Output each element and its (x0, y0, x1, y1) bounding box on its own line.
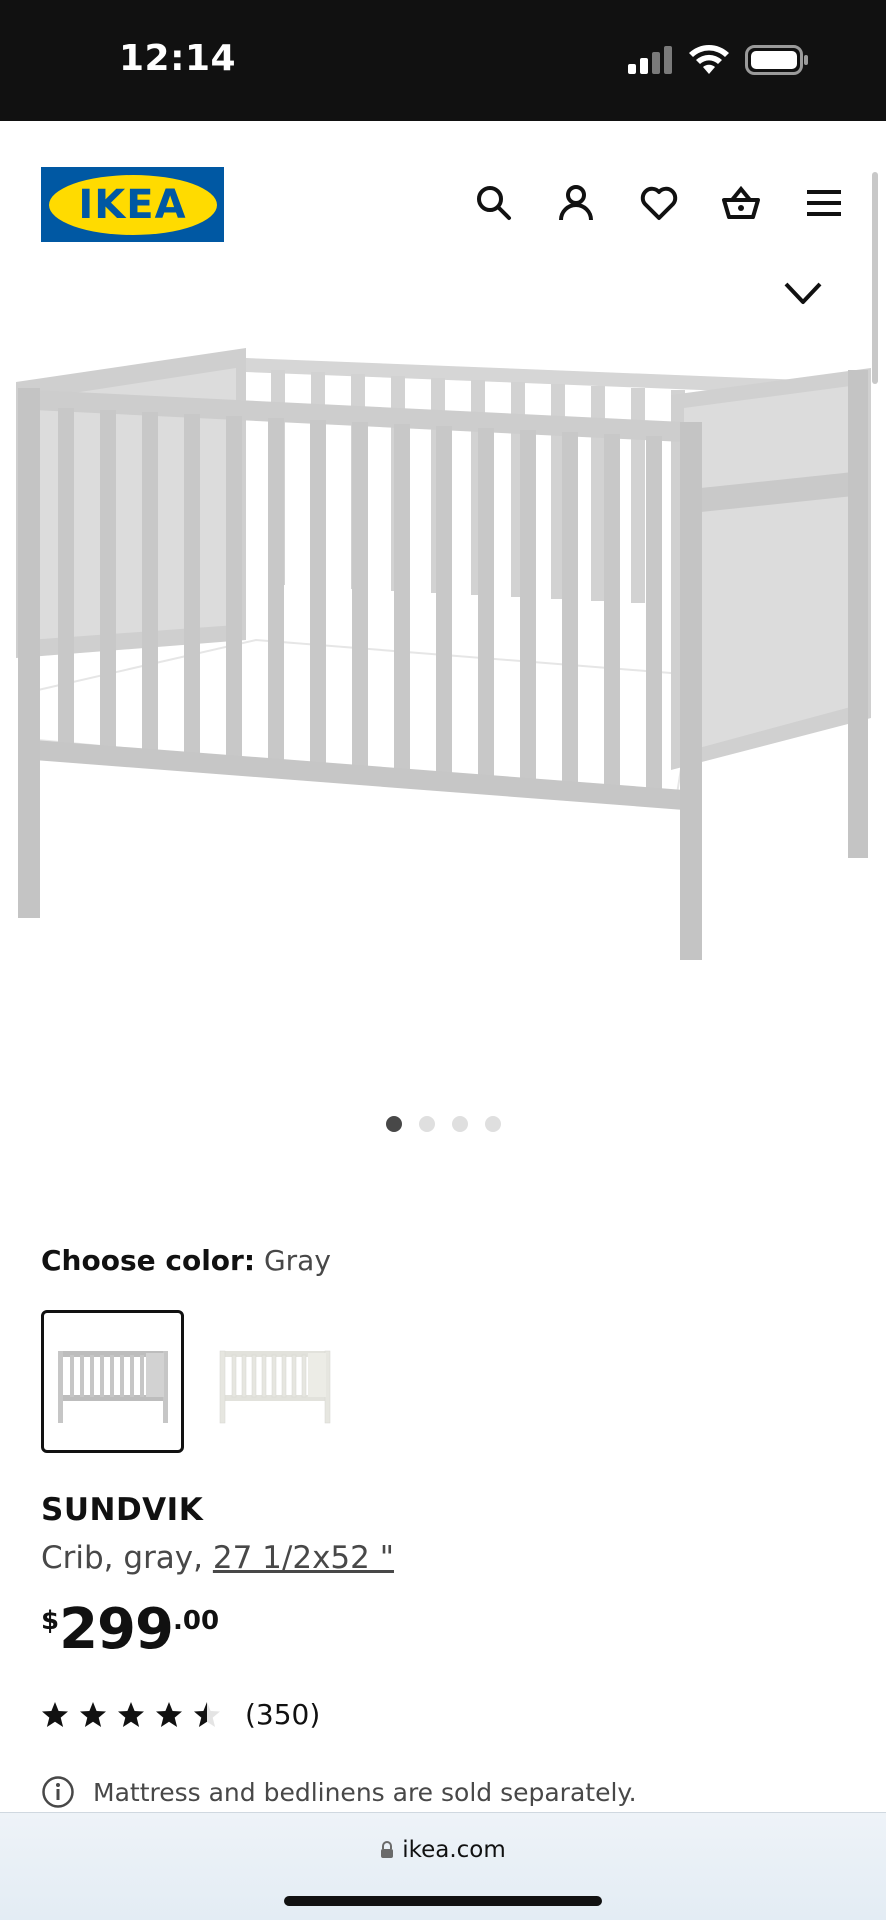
wifi-icon (689, 45, 729, 74)
crib-thumbnail-gray (57, 1350, 168, 1423)
product-description: Crib, gray, 27 1/2x52 " (41, 1540, 394, 1576)
product-name: SUNDVIK (41, 1492, 204, 1528)
crib-thumbnail-white (219, 1350, 330, 1423)
chevron-down-icon[interactable] (782, 278, 824, 308)
half-star-icon (194, 1701, 220, 1727)
carousel-dot-2[interactable] (418, 1116, 435, 1132)
star-icon (42, 1701, 68, 1727)
search-icon[interactable] (470, 179, 518, 227)
menu-icon[interactable] (800, 179, 848, 227)
page-scrollbar[interactable] (872, 172, 878, 384)
product-note: Mattress and bedlinens are sold separate… (41, 1775, 637, 1809)
product-size-link[interactable]: 27 1/2x52 " (213, 1540, 394, 1576)
battery-icon (745, 45, 808, 75)
heart-icon[interactable] (635, 179, 683, 227)
info-icon (42, 1776, 74, 1808)
status-bar: 12:14 (0, 0, 886, 121)
product-rating[interactable]: (350) (41, 1698, 320, 1731)
price-decimal: .00 (173, 1606, 220, 1636)
url-text: ikea.com (402, 1837, 506, 1863)
carousel-dot-4[interactable] (484, 1116, 501, 1132)
status-time: 12:14 (119, 38, 237, 79)
logo-text: IKEA (78, 181, 187, 228)
product-price: $ 299 .00 (41, 1598, 219, 1668)
product-note-text: Mattress and bedlinens are sold separate… (93, 1777, 637, 1807)
ikea-logo[interactable]: IKEA (41, 167, 224, 242)
url-field[interactable]: ikea.com (0, 1837, 886, 1863)
choose-color-value: Gray (263, 1244, 331, 1277)
star-icon (80, 1701, 106, 1727)
image-carousel-dots (0, 1116, 886, 1132)
account-icon[interactable] (552, 179, 600, 227)
carousel-dot-1[interactable] (385, 1116, 402, 1132)
color-swatch-gray[interactable] (41, 1310, 184, 1453)
home-indicator[interactable] (284, 1896, 602, 1906)
color-swatch-white[interactable] (203, 1310, 346, 1453)
rating-count: (350) (245, 1698, 321, 1731)
site-header: IKEA (0, 121, 886, 281)
logo-oval: IKEA (48, 174, 217, 235)
lock-icon (381, 1841, 394, 1858)
carousel-dot-3[interactable] (451, 1116, 468, 1132)
price-currency: $ (41, 1606, 60, 1636)
star-icon (118, 1701, 144, 1727)
cellular-signal-icon (628, 46, 672, 74)
choose-color: Choose color: Gray (41, 1244, 331, 1277)
choose-color-label: Choose color: (41, 1244, 256, 1277)
product-image[interactable] (16, 340, 872, 960)
star-icon (156, 1701, 182, 1727)
browser-address-bar: ikea.com (0, 1812, 886, 1920)
shopping-basket-icon[interactable] (717, 179, 765, 227)
product-description-text: Crib, gray, (41, 1540, 213, 1576)
price-integer: 299 (59, 1597, 174, 1662)
